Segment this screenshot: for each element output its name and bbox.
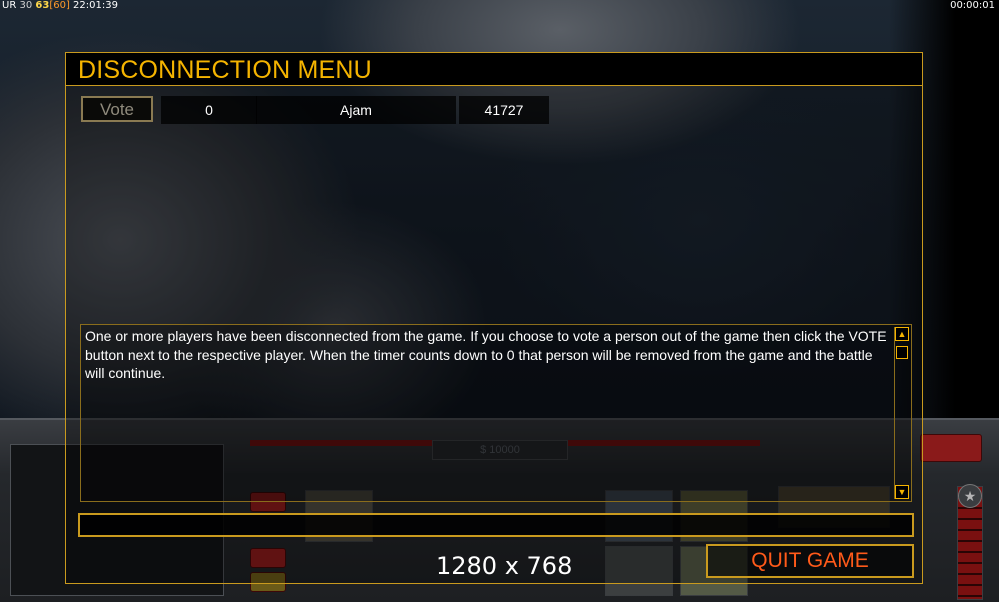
vote-count: 0 [161,96,257,124]
scroll-up-icon[interactable]: ▲ [895,327,909,341]
status-value-1: 30 [19,0,33,11]
scroll-down-icon[interactable]: ▼ [895,485,909,499]
star-icon[interactable]: ★ [958,484,982,508]
status-value-2: 63 [35,0,50,11]
scroll-thumb[interactable] [896,346,908,359]
disconnection-dialog: DISCONNECTION MENU Vote 0 Ajam 41727 One… [65,52,923,584]
status-clock: 22:01:39 [73,0,118,11]
debug-status: UR 30 63[60] 22:01:39 [2,0,118,11]
message-box: One or more players have been disconnect… [80,324,912,502]
dialog-title-bar: DISCONNECTION MENU [66,53,922,86]
dialog-title: DISCONNECTION MENU [78,56,372,84]
message-text: One or more players have been disconnect… [85,328,887,381]
quit-game-button[interactable]: QUIT GAME [706,544,914,578]
player-name: Ajam [256,96,456,124]
vote-button[interactable]: Vote [81,96,153,122]
status-ur: UR [2,0,17,11]
game-timer: 00:00:01 [950,0,995,11]
player-ping: 41727 [459,96,549,124]
chat-input[interactable] [78,513,914,537]
status-value-3: [60] [49,0,70,11]
hud-options-button[interactable] [920,434,982,462]
resolution-label: 1280 x 768 [436,552,573,580]
message-scrollbar[interactable]: ▲ ▼ [894,327,909,499]
